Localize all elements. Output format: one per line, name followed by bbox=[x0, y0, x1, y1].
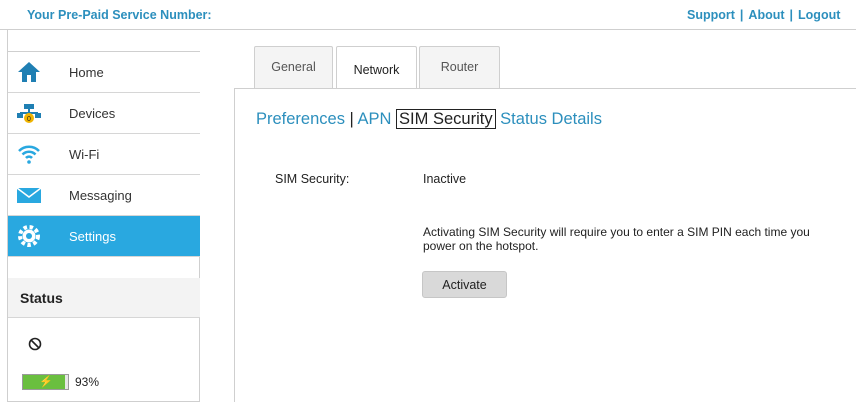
sidebar-item-label: Messaging bbox=[69, 188, 132, 203]
gear-icon bbox=[16, 224, 42, 248]
subnav-separator: | bbox=[344, 110, 358, 128]
sim-security-label: SIM Security: bbox=[275, 172, 350, 186]
battery-indicator: ⚡ bbox=[22, 374, 69, 390]
no-sim-icon bbox=[28, 337, 42, 351]
status-header: Status bbox=[8, 278, 200, 318]
header-links: Support | About | Logout bbox=[687, 8, 840, 22]
logout-link[interactable]: Logout bbox=[798, 8, 840, 22]
tab-network[interactable]: Network bbox=[336, 46, 417, 89]
sidebar-item-wifi[interactable]: Wi-Fi bbox=[8, 134, 200, 175]
sidebar-item-label: Home bbox=[69, 65, 104, 80]
subnav-preferences[interactable]: Preferences bbox=[256, 110, 345, 128]
sidebar-item-messaging[interactable]: Messaging bbox=[8, 175, 200, 216]
charging-icon: ⚡ bbox=[39, 376, 53, 388]
wifi-icon bbox=[16, 142, 42, 166]
svg-text:0: 0 bbox=[27, 116, 31, 123]
sidebar: Home 0 Devices Wi-Fi Messaging Settings … bbox=[8, 51, 200, 402]
network-subnav: Preferences | APN SIM Security Status De… bbox=[256, 109, 602, 129]
activate-button[interactable]: Activate bbox=[422, 271, 507, 298]
sim-security-description: Activating SIM Security will require you… bbox=[423, 225, 810, 253]
link-separator: | bbox=[789, 8, 794, 22]
sidebar-item-label: Wi-Fi bbox=[69, 147, 100, 162]
service-number-label: Your Pre-Paid Service Number: bbox=[27, 8, 212, 22]
top-bar: Your Pre-Paid Service Number: Support | Ab… bbox=[0, 0, 856, 30]
sidebar-item-settings[interactable]: Settings bbox=[8, 216, 200, 257]
sidebar-item-label: Settings bbox=[69, 229, 116, 244]
subnav-apn[interactable]: APN bbox=[358, 110, 392, 128]
sim-security-status: Inactive bbox=[423, 172, 467, 186]
sidebar-item-label: Devices bbox=[69, 106, 116, 121]
link-separator: | bbox=[739, 8, 744, 22]
sidebar-item-devices[interactable]: 0 Devices bbox=[8, 93, 200, 134]
sidebar-item-home[interactable]: Home bbox=[8, 52, 200, 93]
status-title: Status bbox=[20, 290, 63, 306]
devices-icon: 0 bbox=[16, 101, 42, 125]
tab-general[interactable]: General bbox=[254, 46, 333, 89]
battery-percent: 93% bbox=[75, 375, 100, 389]
about-link[interactable]: About bbox=[748, 8, 784, 22]
envelope-icon bbox=[16, 183, 42, 207]
home-icon bbox=[16, 60, 42, 84]
support-link[interactable]: Support bbox=[687, 8, 735, 22]
subnav-status-details[interactable]: Status Details bbox=[500, 110, 602, 128]
tab-router[interactable]: Router bbox=[419, 46, 500, 89]
page-left-border bbox=[0, 30, 8, 402]
subnav-sim-security[interactable]: SIM Security bbox=[396, 109, 496, 129]
